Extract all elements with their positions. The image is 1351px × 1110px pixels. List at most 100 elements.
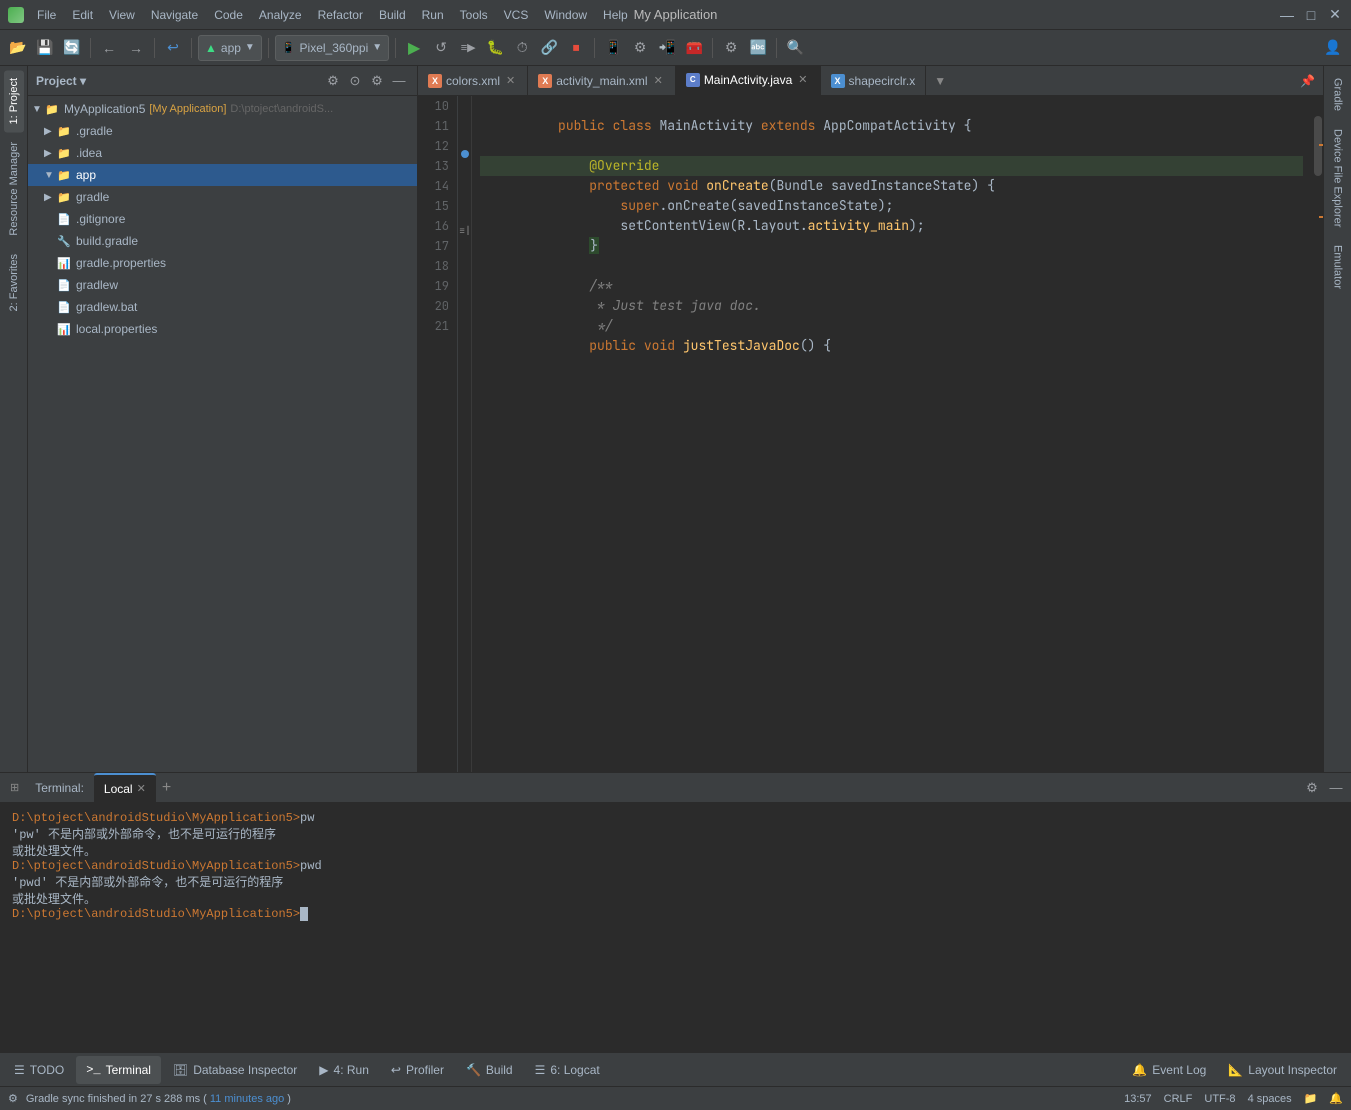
sdk-manager-button[interactable]: ⚙ xyxy=(628,36,652,60)
tree-item-gradlew-bat[interactable]: 📄 gradlew.bat xyxy=(28,296,417,318)
tab-colors-xml[interactable]: X colors.xml ✕ xyxy=(418,66,528,96)
save-button[interactable]: 💾 xyxy=(33,36,57,60)
tab-activity-main-close[interactable]: ✕ xyxy=(652,73,665,88)
bt-tab-run[interactable]: ▶ 4: Run xyxy=(309,1056,379,1084)
panel-actions: ⚙ ⊙ ⚙ — xyxy=(323,71,409,91)
avd-manager-button[interactable]: 📱 xyxy=(601,36,625,60)
menu-vcs[interactable]: VCS xyxy=(497,6,536,24)
tab-shapecirclr[interactable]: X shapecirclr.x xyxy=(821,66,927,96)
device-manager-button[interactable]: 📲 xyxy=(655,36,679,60)
panel-minimize-button[interactable]: — xyxy=(389,71,409,91)
minimize-button[interactable]: — xyxy=(1279,7,1295,23)
debug-button[interactable]: 🐛 xyxy=(483,36,507,60)
maximize-button[interactable]: □ xyxy=(1303,7,1319,23)
tree-item-gradle-hidden[interactable]: ▶ 📁 .gradle xyxy=(28,120,417,142)
menu-analyze[interactable]: Analyze xyxy=(252,6,309,24)
tab-mainactivity-java[interactable]: C MainActivity.java ✕ xyxy=(676,66,821,96)
status-time-ago-link[interactable]: 11 minutes ago xyxy=(210,1093,284,1105)
sidebar-tab-resource-manager[interactable]: Resource Manager xyxy=(4,134,24,244)
tree-item-gradlew[interactable]: 📄 gradlew xyxy=(28,274,417,296)
stop-button[interactable]: ⏹ xyxy=(564,36,588,60)
user-button[interactable]: 👤 xyxy=(1321,36,1345,60)
build-variants-button[interactable]: 🔤 xyxy=(746,36,770,60)
menu-refactor[interactable]: Refactor xyxy=(311,6,370,24)
tree-item-gitignore[interactable]: 📄 .gitignore xyxy=(28,208,417,230)
device-dropdown[interactable]: 📱 Pixel_360ppi ▼ xyxy=(275,35,389,61)
menu-run[interactable]: Run xyxy=(415,6,451,24)
tree-item-gradle-dir[interactable]: ▶ 📁 gradle xyxy=(28,186,417,208)
right-tab-gradle[interactable]: Gradle xyxy=(1328,70,1348,119)
panel-gear-button[interactable]: ⚙ xyxy=(323,71,343,91)
profile-button[interactable]: ⏱ xyxy=(510,36,534,60)
terminal-minimize-button[interactable]: — xyxy=(1325,777,1347,799)
attach-button[interactable]: 🔗 xyxy=(537,36,561,60)
coverage-button[interactable]: ≡▶ xyxy=(456,36,480,60)
sync-button[interactable]: 🔄 xyxy=(60,36,84,60)
sidebar-tab-project[interactable]: 1: Project xyxy=(4,70,24,132)
scroll-thumb[interactable] xyxy=(1314,116,1322,176)
undo-button[interactable]: ↩ xyxy=(161,36,185,60)
back-button[interactable]: ← xyxy=(97,36,121,60)
menu-view[interactable]: View xyxy=(102,6,142,24)
tab-more-button[interactable]: ▼ xyxy=(926,74,954,88)
sidebar-tab-favorites[interactable]: 2: Favorites xyxy=(4,246,24,319)
tree-item-app[interactable]: ▼ 📁 app xyxy=(28,164,417,186)
search-everywhere-button[interactable]: 🔍 xyxy=(783,36,807,60)
bottom-tab-local[interactable]: Local ✕ xyxy=(94,773,156,803)
menu-code[interactable]: Code xyxy=(207,6,250,24)
event-log-icon: 🔔 xyxy=(1132,1063,1147,1077)
editor-tab-bar: X colors.xml ✕ X activity_main.xml ✕ C M… xyxy=(418,66,1323,96)
right-tab-emulator[interactable]: Emulator xyxy=(1328,237,1348,297)
menu-navigate[interactable]: Navigate xyxy=(144,6,205,24)
bt-tab-db-inspector[interactable]: 🗄 Database Inspector xyxy=(163,1056,307,1084)
bt-tab-event-log[interactable]: 🔔 Event Log xyxy=(1122,1056,1216,1084)
terminal-settings-button[interactable]: ⚙ xyxy=(1301,777,1323,799)
bt-tab-logcat[interactable]: ☰ 6: Logcat xyxy=(525,1056,610,1084)
app-dropdown[interactable]: ▲ app ▼ xyxy=(198,35,262,61)
code-content[interactable]: public class MainActivity extends AppCom… xyxy=(472,96,1311,772)
forward-button[interactable]: → xyxy=(124,36,148,60)
local-tab-label: Local xyxy=(104,782,133,796)
bt-tab-layout-inspector[interactable]: 📐 Layout Inspector xyxy=(1218,1056,1347,1084)
right-tab-device-file-explorer[interactable]: Device File Explorer xyxy=(1328,121,1348,235)
status-encoding[interactable]: UTF-8 xyxy=(1204,1093,1235,1105)
tree-root[interactable]: ▼ 📁 MyApplication5 [My Application] D:\p… xyxy=(28,98,417,120)
bt-tab-terminal[interactable]: >_ Terminal xyxy=(76,1056,161,1084)
bt-tab-todo[interactable]: ☰ TODO xyxy=(4,1056,74,1084)
menu-window[interactable]: Window xyxy=(537,6,594,24)
term-error-2: 'pwd' 不是内部或外部命令，也不是可运行的程序 xyxy=(12,876,283,890)
tab-activity-main-xml[interactable]: X activity_main.xml ✕ xyxy=(528,66,676,96)
tree-item-gradle-props[interactable]: 📊 gradle.properties xyxy=(28,252,417,274)
panel-scope-button[interactable]: ⊙ xyxy=(345,71,365,91)
menu-help[interactable]: Help xyxy=(596,6,635,24)
run-config-button[interactable]: ⚙ xyxy=(719,36,743,60)
tree-item-local-props[interactable]: 📊 local.properties xyxy=(28,318,417,340)
toolbar-separator-7 xyxy=(712,38,713,58)
gradle-folder-icon: 📁 xyxy=(56,123,72,139)
menu-edit[interactable]: Edit xyxy=(65,6,100,24)
editor-area: X colors.xml ✕ X activity_main.xml ✕ C M… xyxy=(418,66,1323,772)
menu-tools[interactable]: Tools xyxy=(453,6,495,24)
status-indent[interactable]: 4 spaces xyxy=(1248,1093,1292,1105)
window-controls: — □ ✕ xyxy=(1279,7,1343,23)
add-terminal-button[interactable]: + xyxy=(156,779,177,797)
tree-item-idea[interactable]: ▶ 📁 .idea xyxy=(28,142,417,164)
more-tools-button[interactable]: 🧰 xyxy=(682,36,706,60)
menu-file[interactable]: File xyxy=(30,6,63,24)
refresh-run-button[interactable]: ↺ xyxy=(429,36,453,60)
tree-item-build-gradle[interactable]: 🔧 build.gradle xyxy=(28,230,417,252)
tab-colors-xml-close[interactable]: ✕ xyxy=(504,73,517,88)
local-tab-close[interactable]: ✕ xyxy=(137,782,146,795)
bt-tab-profiler[interactable]: ↩ Profiler xyxy=(381,1056,454,1084)
bt-tab-build[interactable]: 🔨 Build xyxy=(456,1056,523,1084)
terminal-content[interactable]: D:\ptoject\androidStudio\MyApplication5>… xyxy=(0,803,1351,1052)
open-folder-button[interactable]: 📂 xyxy=(6,36,30,60)
tab-mainactivity-java-close[interactable]: ✕ xyxy=(796,72,809,87)
run-button[interactable]: ▶ xyxy=(402,36,426,60)
menu-build[interactable]: Build xyxy=(372,6,413,24)
close-button[interactable]: ✕ xyxy=(1327,7,1343,23)
panel-settings-button[interactable]: ⚙ xyxy=(367,71,387,91)
status-line-ending[interactable]: CRLF xyxy=(1164,1093,1193,1105)
tab-pin-button[interactable]: 📌 xyxy=(1292,74,1323,88)
tree-arrow-gradle-hidden: ▶ xyxy=(44,126,56,137)
